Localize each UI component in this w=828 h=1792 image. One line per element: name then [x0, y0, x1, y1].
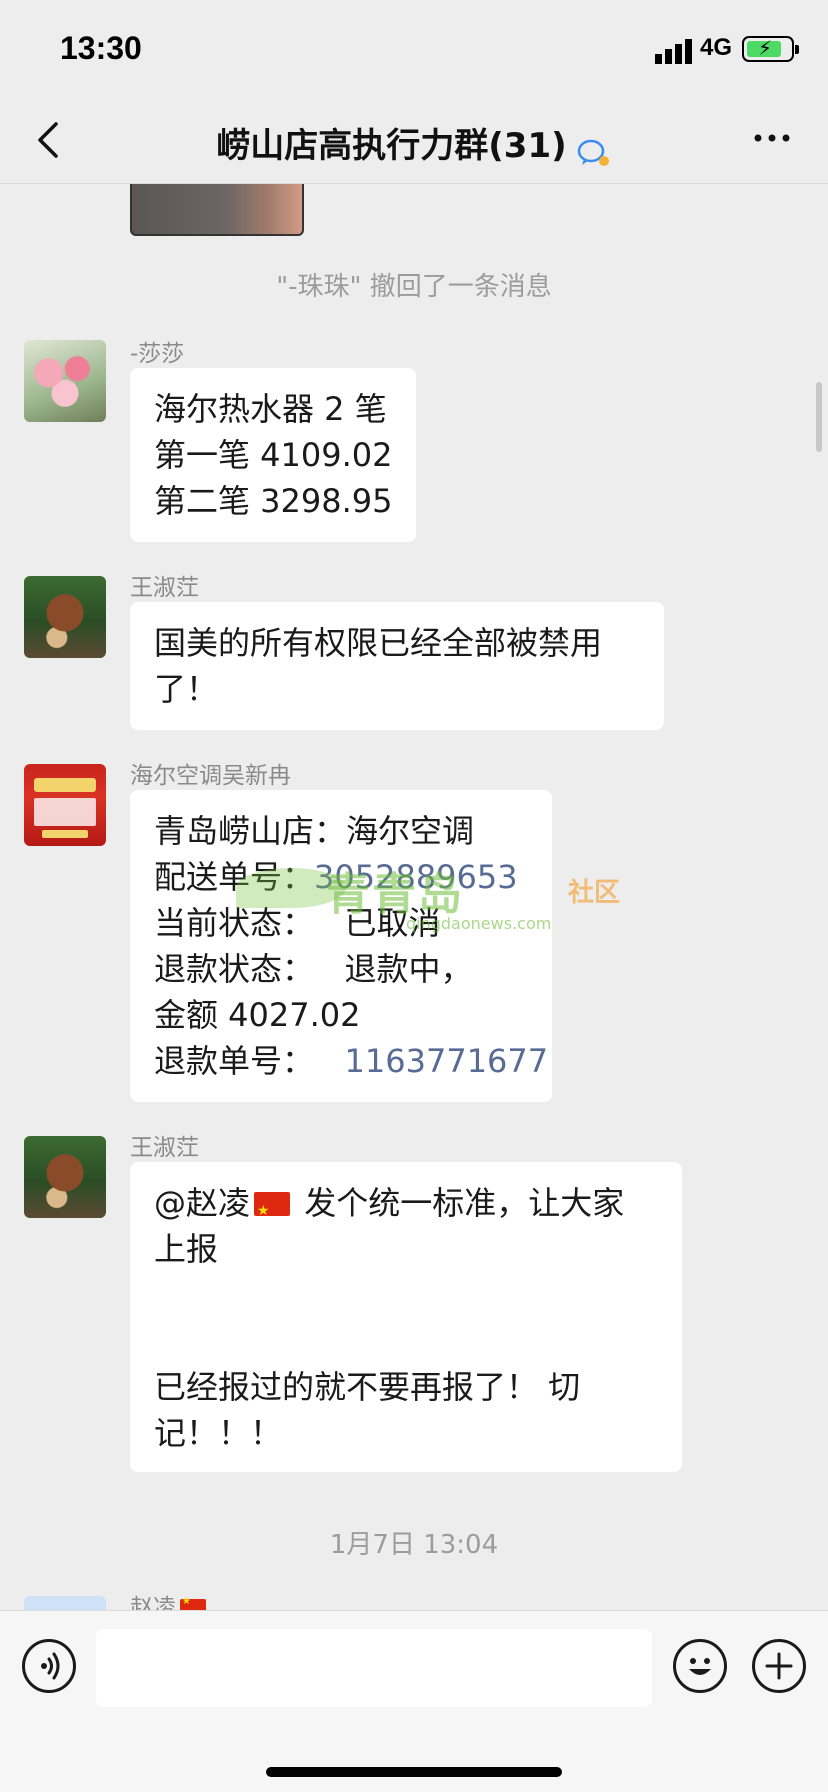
home-indicator[interactable]: [266, 1767, 562, 1777]
mention-text[interactable]: @赵凌: [154, 1184, 250, 1222]
avatar[interactable]: [24, 764, 106, 846]
image-message[interactable]: [130, 184, 304, 236]
sender-name: 海尔空调吴新冉: [130, 763, 291, 789]
message-line: 海尔热水器 2 笔: [154, 390, 387, 428]
chat-bubble-icon: [577, 139, 609, 166]
chat-title: 崂山店高执行力群(31): [216, 126, 567, 166]
message-line: 上报: [154, 1230, 219, 1268]
avatar[interactable]: [24, 1596, 106, 1610]
message-text: 发个统一标准，让大家: [294, 1184, 625, 1222]
recall-notice: "-珠珠" 撤回了一条消息: [276, 272, 552, 302]
sender-text: 赵凌: [130, 1595, 176, 1610]
message-line: 青岛崂山店：海尔空调: [154, 812, 475, 850]
china-flag-icon: [180, 1596, 206, 1610]
message-line: 已经报过的就不要再报了！ 切: [154, 1368, 581, 1406]
input-bar: [0, 1610, 828, 1792]
avatar[interactable]: [24, 340, 106, 422]
voice-icon[interactable]: [22, 1639, 76, 1693]
status-time: 13:30: [60, 30, 142, 66]
sender-name: 王淑茳: [130, 575, 199, 601]
china-flag-icon: [254, 1188, 291, 1234]
message-line: 当前状态： 已取消: [154, 904, 441, 942]
message-line: 第二笔 3298.95: [154, 482, 393, 520]
label-text: 配送单号：: [154, 858, 315, 896]
chat-header: 崂山店高执行力群(31): [0, 100, 828, 184]
message-list[interactable]: "-珠珠" 撤回了一条消息 -莎莎 海尔热水器 2 笔 第一笔 4109.02 …: [0, 184, 828, 1610]
emoji-icon[interactable]: [673, 1639, 727, 1693]
message-line: 金额 4027.02: [154, 996, 361, 1034]
message-line: 退款单号： 1163771677: [154, 1038, 548, 1084]
more-dots-icon[interactable]: [752, 130, 792, 146]
message-bubble[interactable]: 青岛崂山店：海尔空调 配送单号：3052889653 当前状态： 已取消 退款状…: [130, 790, 552, 1102]
chat-title-wrap: 崂山店高执行力群(31): [0, 118, 828, 168]
message-line: 配送单号：3052889653: [154, 854, 528, 900]
refund-number-link[interactable]: 1163771677: [345, 1042, 549, 1080]
status-bar: 13:30 4G ⚡: [0, 0, 828, 100]
message-line: 记！！！: [154, 1414, 283, 1452]
sender-name: 王淑茳: [130, 1135, 199, 1161]
message-line: @赵凌 发个统一标准，让大家: [154, 1180, 658, 1234]
delivery-number-link[interactable]: 3052889653: [314, 858, 518, 896]
message-line: 了！: [154, 670, 219, 708]
avatar[interactable]: [24, 576, 106, 658]
message-line: 第一笔 4109.02: [154, 436, 393, 474]
avatar[interactable]: [24, 1136, 106, 1218]
signal-icon: [655, 39, 692, 64]
sender-name: -莎莎: [130, 341, 185, 367]
timestamp: 1月7日 13:04: [329, 1530, 499, 1560]
battery-icon: ⚡: [742, 36, 799, 62]
message-bubble[interactable]: 海尔热水器 2 笔 第一笔 4109.02 第二笔 3298.95: [130, 368, 416, 542]
message-bubble[interactable]: @赵凌 发个统一标准，让大家 上报 已经报过的就不要再报了！ 切 记！！！: [130, 1162, 682, 1472]
sender-name: 赵凌: [130, 1588, 210, 1610]
plus-icon[interactable]: [752, 1639, 806, 1693]
message-input[interactable]: [96, 1629, 652, 1707]
message-line: 国美的所有权限已经全部被禁用: [154, 624, 603, 662]
network-type: 4G: [700, 34, 733, 61]
label-text: 退款单号：: [154, 1042, 345, 1080]
message-line: 退款状态： 退款中，: [154, 950, 473, 988]
message-bubble[interactable]: 国美的所有权限已经全部被禁用 了！: [130, 602, 664, 730]
scrollbar[interactable]: [816, 382, 822, 452]
